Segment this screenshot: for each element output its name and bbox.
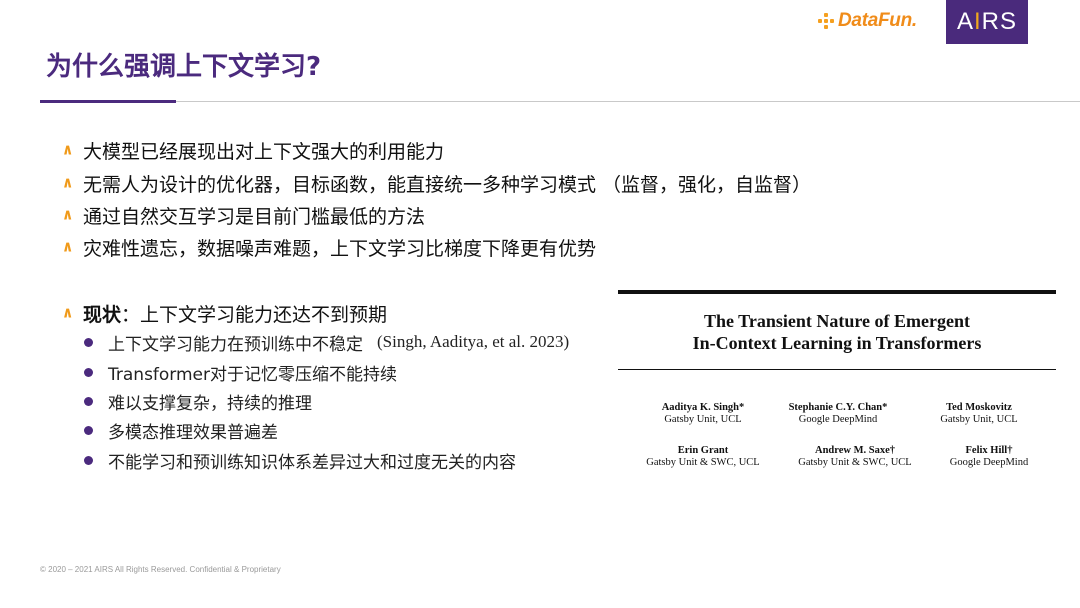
sub-item-5: 不能学习和预训练知识体系差异过大和过度无关的内容 [84, 448, 516, 473]
author-affiliation: Gatsby Unit & SWC, UCL [646, 457, 760, 468]
status-heading: ∧ 现状 ：上下文学习能力还达不到预期 [62, 300, 387, 326]
bullet-dot-icon [84, 455, 93, 465]
bullet-dot-icon [84, 425, 93, 435]
title-accent-bar [40, 100, 176, 103]
paper-title: The Transient Nature of Emergent In-Cont… [618, 310, 1056, 354]
slide-title: 为什么强调上下文学习? [46, 52, 322, 82]
sub-item-2: Transformer对于记忆零压缩不能持续 [84, 360, 398, 385]
sub-item-4: 多模态推理效果普遍差 [84, 418, 278, 443]
citation: (Singh, Aaditya, et al. 2023) [377, 332, 570, 351]
caret-icon: ∧ [62, 206, 74, 224]
paper-author: Aaditya K. Singh* Gatsby Unit, UCL [628, 402, 778, 426]
author-affiliation: Google DeepMind [798, 414, 878, 425]
status-label: 现状 [83, 303, 122, 326]
sub-item-text: Transformer对于记忆零压缩不能持续 [108, 364, 398, 385]
bullet-text: 无需人为设计的优化器，目标函数，能直接统一多种学习模式 （监督，强化，自监督） [83, 173, 812, 196]
title-divider [40, 101, 1080, 102]
bullet-2: ∧ 无需人为设计的优化器，目标函数，能直接统一多种学习模式 （监督，强化，自监督… [62, 170, 811, 196]
author-affiliation: Google DeepMind [949, 457, 1029, 468]
caret-icon: ∧ [62, 174, 74, 192]
paper-author: Erin Grant Gatsby Unit & SWC, UCL [628, 445, 778, 469]
datafun-logo-text: DataFun. [838, 10, 917, 31]
bullet-text: 大模型已经展现出对上下文强大的利用能力 [83, 140, 445, 163]
airs-logo: AIRS [946, 0, 1028, 44]
author-name: Stephanie C.Y. Chan* [788, 402, 888, 413]
author-affiliation: Gatsby Unit & SWC, UCL [798, 457, 912, 468]
caret-icon: ∧ [62, 304, 74, 322]
bullet-1: ∧ 大模型已经展现出对上下文强大的利用能力 [62, 137, 444, 163]
bullet-dot-icon [84, 396, 93, 406]
paper-title-line2: In-Context Learning in Transformers [692, 333, 982, 353]
datafun-dots-icon [818, 13, 834, 29]
bullet-text: 灾难性遗忘，数据噪声难题，上下文学习比梯度下降更有优势 [83, 237, 597, 260]
sub-item-text: 不能学习和预训练知识体系差异过大和过度无关的内容 [108, 452, 516, 473]
bullet-dot-icon [84, 337, 93, 347]
author-affiliation: Gatsby Unit, UCL [940, 414, 1018, 425]
airs-logo-rs: RS [981, 8, 1018, 35]
author-name: Andrew M. Saxe† [814, 445, 895, 456]
bullet-3: ∧ 通过自然交互学习是目前门槛最低的方法 [62, 202, 425, 228]
airs-logo-a: A [956, 8, 974, 35]
paper-author: Stephanie C.Y. Chan* Google DeepMind [763, 402, 913, 426]
footer-copyright: © 2020 – 2021 AIRS All Rights Reserved. … [40, 565, 281, 574]
paper-title-line1: The Transient Nature of Emergent [704, 311, 970, 331]
author-name: Ted Moskovitz [946, 402, 1012, 413]
sub-item-3: 难以支撑复杂，持续的推理 [84, 389, 312, 414]
bullet-dot-icon [84, 367, 93, 377]
datafun-logo: DataFun. [818, 8, 917, 34]
status-text: ：上下文学习能力还达不到预期 [121, 303, 388, 326]
bullet-text: 通过自然交互学习是目前门槛最低的方法 [83, 205, 426, 228]
paper-author: Andrew M. Saxe† Gatsby Unit & SWC, UCL [780, 445, 930, 469]
sub-item-text: 多模态推理效果普遍差 [108, 422, 278, 443]
sub-item-text: 上下文学习能力在预训练中不稳定 [108, 334, 363, 355]
paper-top-rule [618, 290, 1056, 294]
paper-snapshot: The Transient Nature of Emergent In-Cont… [618, 290, 1056, 508]
author-name: Felix Hill† [965, 445, 1013, 456]
bullet-4: ∧ 灾难性遗忘，数据噪声难题，上下文学习比梯度下降更有优势 [62, 234, 596, 260]
paper-author: Ted Moskovitz Gatsby Unit, UCL [904, 402, 1054, 426]
author-name: Aaditya K. Singh* [661, 402, 745, 413]
author-name: Erin Grant [677, 445, 729, 456]
sub-item-text: 难以支撑复杂，持续的推理 [108, 393, 312, 414]
author-affiliation: Gatsby Unit, UCL [664, 414, 742, 425]
sub-item-1: 上下文学习能力在预训练中不稳定 (Singh, Aaditya, et al. … [84, 330, 570, 355]
paper-mid-rule [618, 369, 1056, 370]
caret-icon: ∧ [62, 238, 74, 256]
airs-logo-i: I [974, 8, 982, 35]
paper-author: Felix Hill† Google DeepMind [914, 445, 1056, 469]
caret-icon: ∧ [62, 141, 74, 159]
